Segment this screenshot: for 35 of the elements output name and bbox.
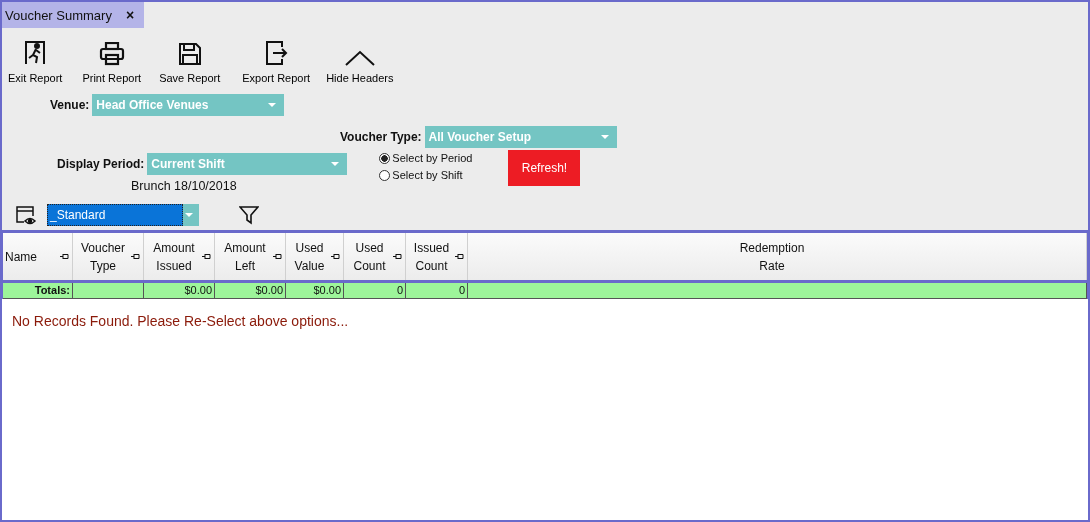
pin-icon[interactable] [202,253,211,260]
pin-icon[interactable] [273,253,282,260]
export-report-button[interactable]: Export Report [238,32,315,84]
radio-option[interactable]: Select by Shift [379,169,473,181]
totals-cell: $0.00 [286,283,344,298]
totals-cell: $0.00 [144,283,215,298]
pin-icon[interactable] [131,253,140,260]
running-person-icon [23,40,48,66]
filter-icon[interactable] [239,205,259,225]
period-caption: Brunch 18/10/2018 [131,179,237,193]
print-report-button[interactable]: Print Report [78,32,146,84]
no-records-message: No Records Found. Please Re-Select above options... [2,299,1088,520]
close-button[interactable]: × [125,7,135,23]
save-report-button[interactable]: Save Report [155,32,225,84]
radio-option[interactable]: Select by Period [379,152,473,164]
totals-cell: $0.00 [215,283,286,298]
chevron-up-icon [344,50,375,66]
report-tab[interactable]: Voucher Summary × [2,2,145,28]
totals-cell: Totals: [3,283,73,298]
layout-dropdown[interactable]: _Standard [47,204,199,226]
totals-cell: 0 [344,283,406,298]
totals-cell: 0 [406,283,468,298]
pin-icon[interactable] [393,253,402,260]
view-layout-icon[interactable] [15,205,37,225]
refresh-button[interactable]: Refresh! [508,150,581,186]
exit-report-button[interactable]: Exit Report [4,32,67,84]
pin-icon[interactable] [60,253,69,260]
venue-label: Venue: [50,98,90,112]
display-period-label: Display Period: [57,157,145,171]
pin-icon[interactable] [455,253,464,260]
printer-icon [98,42,125,66]
pin-icon[interactable] [331,253,340,260]
voucher-type-label: Voucher Type: [340,130,422,144]
hide-report-button[interactable]: Hide Headers [322,32,398,84]
export-icon [264,40,289,66]
